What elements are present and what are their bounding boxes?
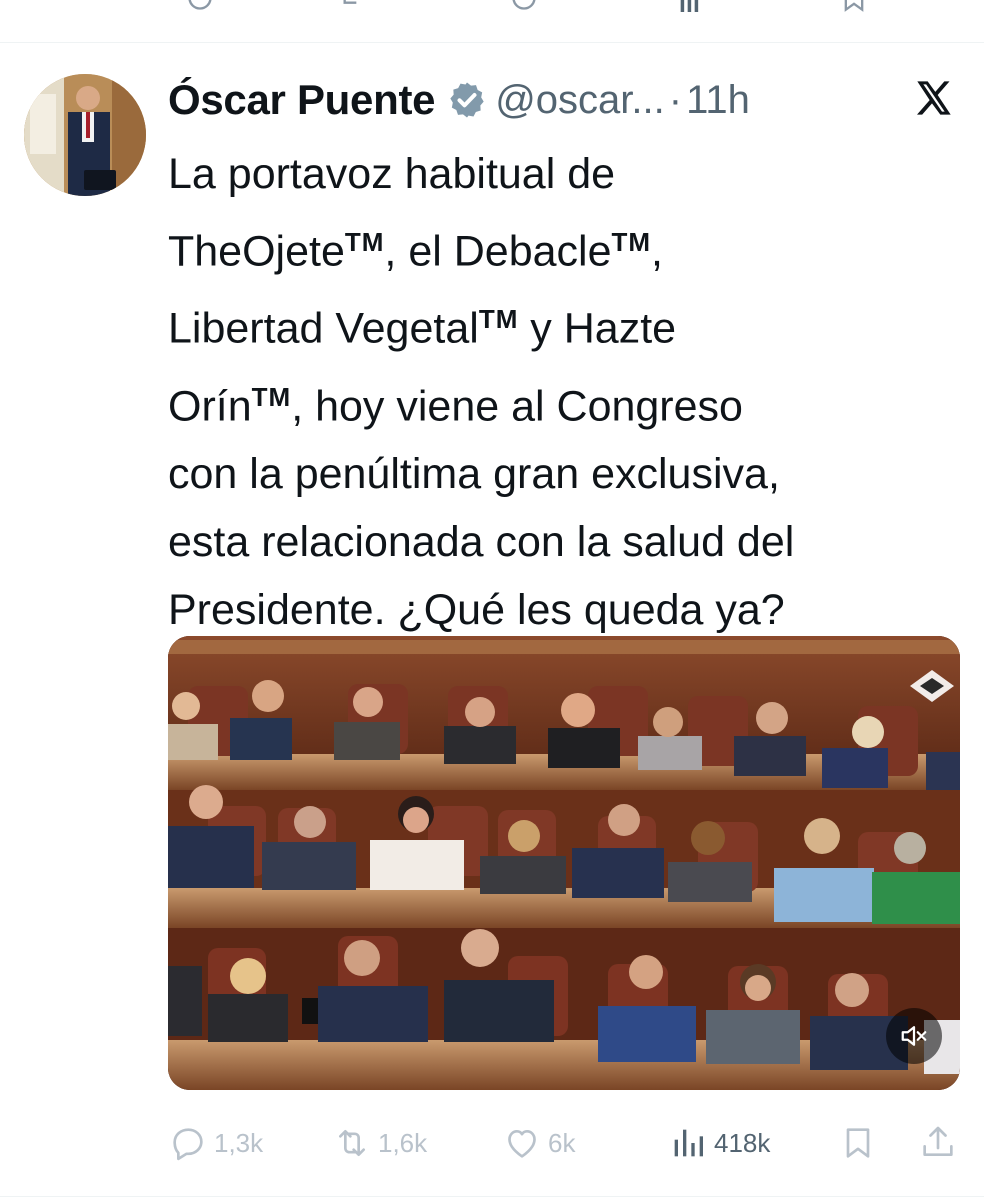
header-separator: · xyxy=(668,77,683,122)
x-logo-icon xyxy=(917,81,951,115)
repost-count: 1,6k xyxy=(378,1127,428,1158)
mute-button[interactable] xyxy=(886,1008,942,1064)
tweet-time[interactable]: 11h xyxy=(686,78,750,123)
previous-tweet-actions xyxy=(0,0,984,12)
trademark-symbol: TM xyxy=(344,227,385,257)
reply-count: 1,3k xyxy=(214,1127,264,1158)
tweet-text: La portavoz habitual de TheOjeteTM, el D… xyxy=(168,140,958,644)
tweet-divider xyxy=(0,1196,984,1197)
text-segment: Libertad Vegetal xyxy=(168,304,479,353)
tweet-actions: 1,3k 1,6k 6k 418k xyxy=(168,1118,958,1168)
views-icon xyxy=(674,1129,703,1157)
avatar[interactable] xyxy=(24,74,146,196)
text-segment: TheOjete xyxy=(168,227,345,276)
like-button[interactable]: 6k xyxy=(502,1118,575,1168)
text-segment: , xyxy=(651,227,663,276)
heart-icon[interactable] xyxy=(510,0,538,12)
text-segment: Orín xyxy=(168,381,252,430)
bookmark-icon[interactable] xyxy=(840,0,868,12)
tweet-line: TheOjeteTM, el DebacleTM, xyxy=(168,208,958,285)
tweet-header: Óscar Puente @oscar... · 11h xyxy=(168,72,964,128)
share-button[interactable] xyxy=(918,1118,964,1168)
tweet-line: Presidente. ¿Qué les queda ya? xyxy=(168,585,785,634)
bookmark-icon xyxy=(846,1128,870,1158)
views-button[interactable]: 418k xyxy=(668,1118,770,1168)
reply-icon xyxy=(173,1128,203,1161)
reply-button[interactable]: 1,3k xyxy=(168,1118,263,1168)
repost-button[interactable]: 1,6k xyxy=(332,1118,427,1168)
repost-icon xyxy=(339,1130,365,1156)
tweet-line: La portavoz habitual de xyxy=(168,150,616,198)
author-name[interactable]: Óscar Puente xyxy=(168,76,435,124)
video-frame xyxy=(168,636,960,1090)
trademark-symbol: TM xyxy=(251,381,292,412)
tweet-line: esta relacionada con la salud del xyxy=(168,517,795,566)
tweet-line: con la penúltima gran exclusiva, xyxy=(168,449,780,498)
text-segment: , hoy viene al Congreso xyxy=(291,381,743,430)
tweet-line: OrínTM, hoy viene al Congreso xyxy=(168,363,958,440)
mute-icon xyxy=(901,1026,927,1046)
reply-icon[interactable] xyxy=(186,0,214,12)
share-icon xyxy=(923,1126,953,1156)
tweet-video[interactable] xyxy=(168,636,960,1090)
text-segment: , el Debacle xyxy=(384,227,612,276)
heart-icon xyxy=(508,1130,536,1158)
text-segment: y Hazte xyxy=(518,304,677,353)
trademark-symbol: TM xyxy=(478,304,519,335)
author-handle[interactable]: @oscar... xyxy=(495,78,665,123)
bookmark-button[interactable] xyxy=(838,1118,884,1168)
trademark-symbol: TM xyxy=(611,227,652,257)
verified-badge-icon xyxy=(450,82,484,118)
repost-icon[interactable] xyxy=(340,0,368,12)
tweet-divider xyxy=(0,42,984,43)
tweet-line: Libertad VegetalTM y Hazte xyxy=(168,285,958,362)
views-icon[interactable] xyxy=(676,0,704,12)
view-count: 418k xyxy=(714,1127,771,1158)
like-count: 6k xyxy=(548,1127,576,1158)
